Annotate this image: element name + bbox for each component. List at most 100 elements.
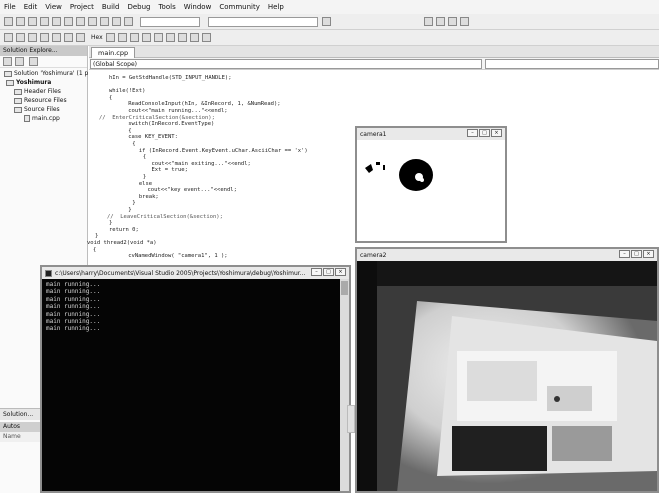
maximize-icon[interactable]: □ (631, 250, 642, 258)
minimize-icon[interactable]: – (619, 250, 630, 258)
outdent-icon[interactable] (153, 33, 163, 42)
scrollbar-thumb[interactable] (341, 281, 348, 295)
code-line: return 0; (109, 226, 139, 233)
add-item-icon[interactable] (16, 17, 25, 26)
hex-button[interactable]: Hex (91, 34, 103, 41)
restart-icon[interactable] (40, 33, 49, 42)
step-out-icon[interactable] (76, 33, 85, 42)
code-line: { (123, 154, 147, 161)
step-over-icon[interactable] (64, 33, 73, 42)
refresh-icon[interactable] (29, 57, 39, 66)
stop-icon[interactable] (28, 33, 37, 42)
copy-icon[interactable] (76, 17, 85, 26)
tree-main-cpp[interactable]: main.cpp (24, 115, 60, 122)
windows-icon[interactable] (105, 33, 115, 42)
tree-resource-files[interactable]: Resource Files (14, 97, 67, 104)
menu-debug[interactable]: Debug (127, 3, 150, 11)
menu-tools[interactable]: Tools (158, 3, 175, 11)
console-titlebar[interactable]: c:\Users\harry\Documents\Visual Studio 2… (42, 267, 349, 279)
maximize-icon[interactable]: □ (323, 268, 334, 276)
camera1-titlebar[interactable]: camera1 – □ × (357, 128, 505, 140)
scope-dropdown[interactable]: (Global Scope) (90, 59, 482, 69)
camera2-window[interactable]: camera2 – □ × (355, 247, 659, 493)
step-into-icon[interactable] (52, 33, 61, 42)
clear-bookmarks-icon[interactable] (201, 33, 211, 42)
minimize-icon[interactable]: – (467, 129, 478, 137)
code-line: ReadConsoleInput(hIn, &InRecord, 1, &Num… (115, 101, 281, 108)
member-dropdown[interactable] (485, 59, 659, 69)
debug-toolbar: Hex (0, 30, 659, 46)
cut-icon[interactable] (64, 17, 73, 26)
code-line: } (95, 233, 99, 240)
folder-icon (14, 88, 22, 95)
cpp-file-icon (24, 115, 30, 122)
next-bookmark-icon[interactable] (177, 33, 187, 42)
console-window[interactable]: c:\Users\harry\Documents\Visual Studio 2… (40, 265, 351, 493)
console-output[interactable]: main running... main running... main runni… (42, 279, 340, 491)
tab-main-cpp[interactable]: main.cpp (91, 47, 136, 58)
code-line: if (InRecord.Event.KeyEvent.uChar.AsciiC… (119, 147, 308, 154)
redo-icon[interactable] (112, 17, 121, 26)
code-line: cvNamedWindow( "camera1", 1 ); (115, 253, 228, 260)
break-all-icon[interactable] (16, 33, 25, 42)
editor-splitter[interactable] (347, 405, 355, 433)
camera1-window[interactable]: camera1 – □ × (355, 126, 507, 243)
menu-view[interactable]: View (45, 3, 62, 11)
menu-edit[interactable]: Edit (24, 3, 38, 11)
tree-solution[interactable]: Solution 'Yoshimura' (1 p (4, 70, 88, 77)
camera2-feed-image (357, 261, 657, 491)
open-icon[interactable] (28, 17, 37, 26)
menu-project[interactable]: Project (70, 3, 94, 11)
code-line: { (115, 127, 132, 134)
maximize-icon[interactable]: □ (479, 129, 490, 137)
menu-help[interactable]: Help (268, 3, 284, 11)
find-combo[interactable] (208, 16, 318, 27)
close-icon[interactable]: × (491, 129, 502, 137)
console-line: main running... (46, 318, 101, 326)
save-all-icon[interactable] (52, 17, 61, 26)
start-debug-icon[interactable] (124, 17, 133, 26)
menu-window[interactable]: Window (184, 3, 212, 11)
paste-icon[interactable] (88, 17, 97, 26)
scope-bar: (Global Scope) (89, 58, 659, 70)
uncomment-icon[interactable] (129, 33, 139, 42)
code-line: break; (119, 193, 159, 200)
properties-icon[interactable] (436, 17, 445, 26)
console-line: main running... (46, 303, 101, 311)
menu-bar: File Edit View Project Build Debug Tools Window… (0, 0, 659, 14)
console-scrollbar[interactable] (340, 279, 349, 491)
code-line: { (93, 246, 97, 253)
bookmark-icon[interactable] (165, 33, 175, 42)
indent-icon[interactable] (141, 33, 151, 42)
menu-file[interactable]: File (4, 3, 16, 11)
minimize-icon[interactable]: – (311, 268, 322, 276)
properties-small-icon[interactable] (3, 57, 12, 66)
code-line: } (119, 200, 136, 207)
solution-explorer-icon[interactable] (424, 17, 433, 26)
project-icon (6, 79, 14, 86)
menu-community[interactable]: Community (219, 3, 260, 11)
camera1-image (359, 140, 503, 239)
object-browser-icon[interactable] (460, 17, 469, 26)
prev-bookmark-icon[interactable] (189, 33, 199, 42)
menu-build[interactable]: Build (102, 3, 120, 11)
close-icon[interactable]: × (643, 250, 654, 258)
code-line: Ext = true; (125, 167, 188, 174)
save-icon[interactable] (40, 17, 49, 26)
code-line: // LeaveCriticalSection(&section); (107, 213, 223, 220)
tree-header-files[interactable]: Header Files (14, 88, 61, 95)
new-project-icon[interactable] (4, 17, 13, 26)
undo-icon[interactable] (100, 17, 109, 26)
configuration-combo[interactable] (140, 16, 200, 27)
show-all-files-icon[interactable] (15, 57, 25, 66)
camera2-titlebar[interactable]: camera2 – □ × (357, 249, 657, 261)
continue-icon[interactable] (4, 33, 13, 42)
tree-project[interactable]: Yoshimura (6, 79, 51, 86)
console-line: main running... (46, 288, 101, 296)
code-line: case KEY_EVENT: (115, 134, 178, 141)
close-icon[interactable]: × (335, 268, 346, 276)
comment-icon[interactable] (117, 33, 127, 42)
toolbox-icon[interactable] (448, 17, 457, 26)
tree-source-files[interactable]: Source Files (14, 106, 60, 113)
find-icon[interactable] (322, 17, 331, 26)
